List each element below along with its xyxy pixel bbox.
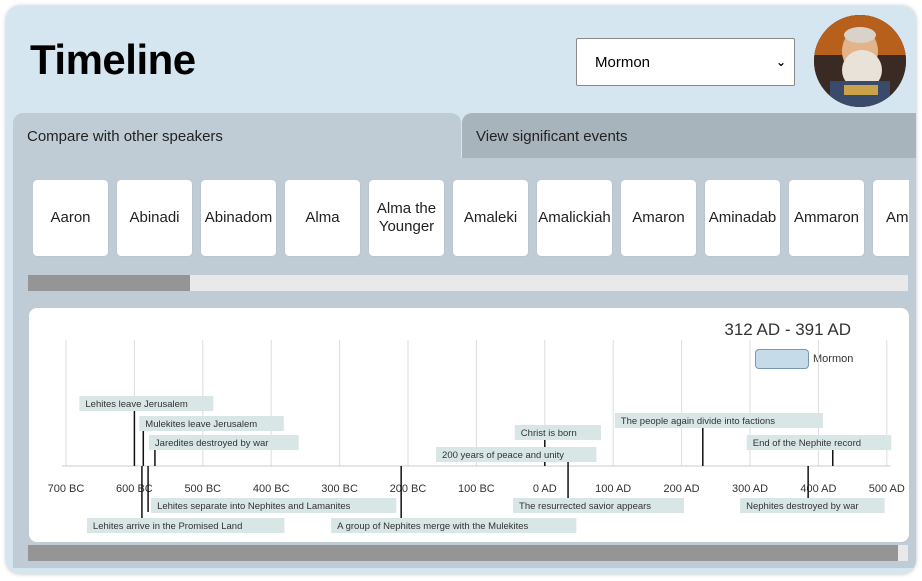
compare-panel: Aaron Abinadi Abinadom Alma Alma the You… xyxy=(13,158,916,568)
speaker-card-amaron[interactable]: Amaron xyxy=(621,180,696,256)
axis-tick-label: 300 BC xyxy=(321,483,358,495)
speaker-card-label: Amaron xyxy=(632,209,685,226)
event-label: The people again divide into factions xyxy=(621,416,775,427)
speaker-card-label: Aminadab xyxy=(708,209,777,226)
event-label: Lehites arrive in the Promised Land xyxy=(93,521,242,532)
speaker-card-amaleki[interactable]: Amaleki xyxy=(453,180,528,256)
speaker-card-ammaron[interactable]: Ammaron xyxy=(789,180,864,256)
speaker-card-aaron[interactable]: Aaron xyxy=(33,180,108,256)
tab-compare-speakers[interactable]: Compare with other speakers xyxy=(13,113,461,159)
speaker-select[interactable]: Mormon ⌄ xyxy=(576,38,795,86)
speaker-card-amalickiah[interactable]: Amalickiah xyxy=(537,180,612,256)
event-label: Mulekites leave Jerusalem xyxy=(145,419,257,430)
view-tabs: Compare with other speakers View signifi… xyxy=(13,113,916,159)
event-label: 200 years of peace and unity xyxy=(442,450,564,461)
axis-tick-label: 600 BC xyxy=(116,483,153,495)
event-label: Lehites leave Jerusalem xyxy=(85,399,188,410)
speaker-card-aminadab[interactable]: Aminadab xyxy=(705,180,780,256)
speaker-card-abinadi[interactable]: Abinadi xyxy=(117,180,192,256)
speaker-card-label: Alma the Younger xyxy=(376,200,437,235)
event-label: A group of Nephites merge with the Mulek… xyxy=(337,521,528,532)
speaker-card-label: Ammaron xyxy=(793,209,860,226)
speaker-card-label: Amaleki xyxy=(463,209,518,226)
axis-tick-label: 300 AD xyxy=(732,483,768,495)
speaker-card-amr[interactable]: Amr xyxy=(873,180,909,256)
axis-tick-label: 200 AD xyxy=(664,483,700,495)
speaker-list: Aaron Abinadi Abinadom Alma Alma the You… xyxy=(33,180,909,258)
speaker-card-label: Amalickiah xyxy=(538,209,611,226)
timeline-chart: 312 AD - 391 AD Mormon 700 BC 600 BC 500 B… xyxy=(29,308,909,542)
tab-significant-events[interactable]: View significant events xyxy=(462,113,916,159)
timeline-svg: 700 BC 600 BC 500 BC 400 BC 300 BC 200 BC 100 … xyxy=(48,340,905,533)
speaker-list-scrollbar[interactable] xyxy=(28,275,908,291)
speaker-card-alma-the-younger[interactable]: Alma the Younger xyxy=(369,180,444,256)
tab-compare-speakers-label: Compare with other speakers xyxy=(27,127,223,145)
speaker-card-abinadom[interactable]: Abinadom xyxy=(201,180,276,256)
axis-tick-label: 0 AD xyxy=(533,483,557,495)
timeline-scrollbar[interactable] xyxy=(28,545,908,561)
speaker-card-label: Abinadi xyxy=(129,209,180,226)
speaker-card-label: Alma xyxy=(305,209,340,226)
event-label: Christ is born xyxy=(521,428,577,439)
speaker-card-label: Aaron xyxy=(50,209,91,226)
event-label: Lehites separate into Nephites and Laman… xyxy=(157,501,351,512)
page-title: Timeline xyxy=(30,36,196,83)
axis-tick-label: 700 BC xyxy=(48,483,85,495)
axis-tick-label: 100 AD xyxy=(595,483,631,495)
speaker-select-value: Mormon xyxy=(595,53,651,71)
axis-tick-label: 100 BC xyxy=(458,483,495,495)
tab-significant-events-label: View significant events xyxy=(476,127,628,145)
speaker-avatar xyxy=(814,15,906,107)
axis-tick-label: 400 AD xyxy=(800,483,836,495)
avatar-portrait-icon xyxy=(814,15,906,107)
axis-tick-label: 200 BC xyxy=(390,483,427,495)
axis-tick-label: 400 BC xyxy=(253,483,290,495)
chevron-down-icon: ⌄ xyxy=(775,55,786,69)
speaker-card-label: Amr xyxy=(886,209,909,226)
event-label: End of the Nephite record xyxy=(753,438,861,449)
event-label: Jaredites destroyed by war xyxy=(155,438,269,449)
event-label: Nephites destroyed by war xyxy=(746,501,858,512)
speaker-card-alma[interactable]: Alma xyxy=(285,180,360,256)
axis-tick-label: 500 BC xyxy=(184,483,221,495)
speaker-card-label: Abinadom xyxy=(204,209,273,226)
timeline-scroll-thumb[interactable] xyxy=(28,545,898,561)
speaker-list-scroll-thumb[interactable] xyxy=(28,275,190,291)
axis-tick-label: 500 AD xyxy=(869,483,905,495)
event-label: The resurrected savior appears xyxy=(519,501,651,512)
timeline-app: Timeline Mormon ⌄ Compare with other spe… xyxy=(6,6,916,574)
